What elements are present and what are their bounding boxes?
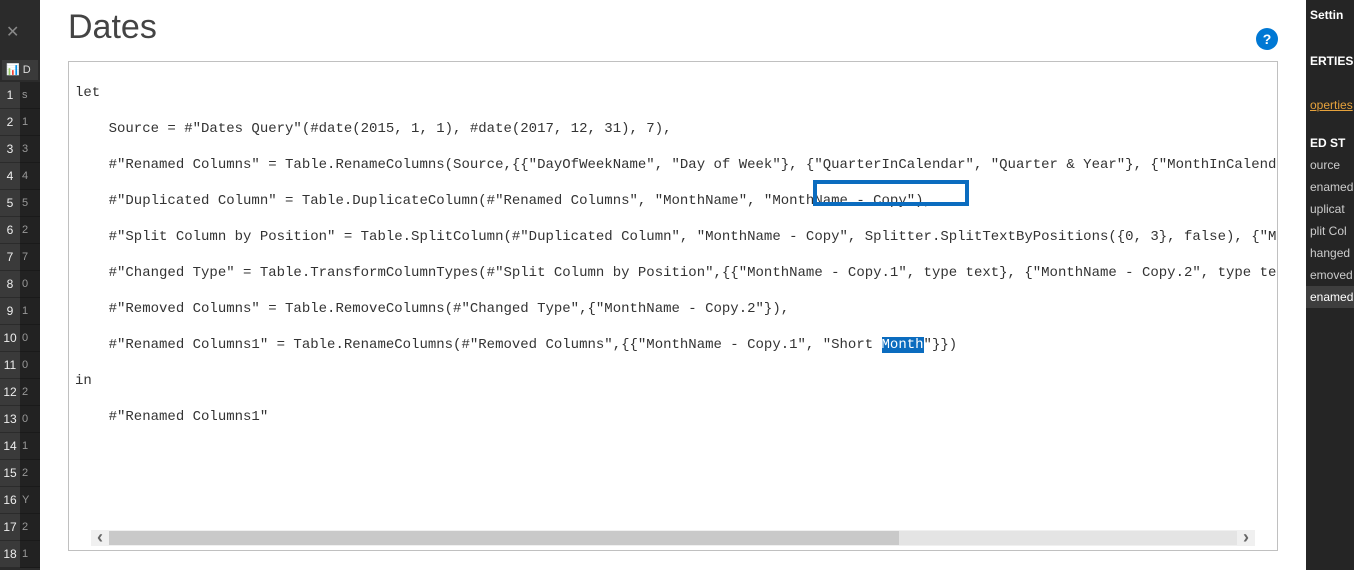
horizontal-scrollbar[interactable]: ‹ ›	[91, 530, 1255, 546]
table-row[interactable]: 130	[0, 406, 40, 433]
code-line: #"Renamed Columns" = Table.RenameColumns…	[75, 156, 1271, 174]
table-row[interactable]: 33	[0, 136, 40, 163]
code-line: let	[75, 84, 1271, 102]
code-line: #"Removed Columns" = Table.RemoveColumns…	[75, 300, 1271, 318]
dialog-title: Dates	[68, 0, 1278, 61]
table-row[interactable]: 16Y	[0, 487, 40, 514]
table-row[interactable]: 122	[0, 379, 40, 406]
applied-step[interactable]: ource	[1306, 154, 1354, 176]
table-row[interactable]: 91	[0, 298, 40, 325]
code-editor[interactable]: let Source = #"Dates Query"(#date(2015, …	[68, 61, 1278, 551]
table-row[interactable]: 100	[0, 325, 40, 352]
text-selection: Month	[882, 337, 924, 353]
code-line: #"Duplicated Column" = Table.DuplicateCo…	[75, 192, 1271, 210]
applied-step[interactable]: uplicat	[1306, 198, 1354, 220]
table-row[interactable]: 62	[0, 217, 40, 244]
code-line: #"Renamed Columns1" = Table.RenameColumn…	[75, 336, 1271, 354]
close-icon[interactable]: ✕	[6, 22, 22, 38]
column-header[interactable]: 📊 D	[2, 60, 38, 80]
table-row[interactable]: 77	[0, 244, 40, 271]
table-row[interactable]: 172	[0, 514, 40, 541]
table-row[interactable]: 152	[0, 460, 40, 487]
properties-heading: ERTIES	[1306, 46, 1354, 72]
table-row[interactable]: 80	[0, 271, 40, 298]
column-header-label: D	[23, 64, 31, 76]
applied-step[interactable]: hanged	[1306, 242, 1354, 264]
table-row[interactable]: 55	[0, 190, 40, 217]
scroll-right-icon[interactable]: ›	[1237, 529, 1255, 547]
applied-step[interactable]: emoved	[1306, 264, 1354, 286]
code-line: #"Renamed Columns1"	[75, 408, 1271, 426]
scroll-track[interactable]	[109, 531, 1237, 545]
applied-step[interactable]: plit Col	[1306, 220, 1354, 242]
row-number-gutter: 1s 21 33 44 55 62 77 80 91 100 110 122 1…	[0, 82, 40, 568]
table-row[interactable]: 110	[0, 352, 40, 379]
code-line: #"Split Column by Position" = Table.Spli…	[75, 228, 1271, 246]
query-settings-panel: Settin ERTIES operties ED ST ource ename…	[1306, 0, 1354, 570]
code-line: Source = #"Dates Query"(#date(2015, 1, 1…	[75, 120, 1271, 138]
scroll-left-icon[interactable]: ‹	[91, 529, 109, 547]
all-properties-link[interactable]: operties	[1306, 96, 1354, 114]
panel-title: Settin	[1306, 0, 1354, 26]
code-content[interactable]: let Source = #"Dates Query"(#date(2015, …	[69, 62, 1277, 466]
applied-step[interactable]: enamed	[1306, 176, 1354, 198]
scroll-thumb[interactable]	[109, 531, 899, 545]
table-row[interactable]: 1s	[0, 82, 40, 109]
left-data-strip: ✕ 📊 D 1s 21 33 44 55 62 77 80 91 100 110…	[0, 0, 40, 570]
help-icon[interactable]: ?	[1256, 28, 1278, 50]
code-line: in	[75, 372, 1271, 390]
table-row[interactable]: 141	[0, 433, 40, 460]
advanced-editor-dialog: Dates ? let Source = #"Dates Query"(#dat…	[40, 0, 1306, 570]
table-row[interactable]: 181	[0, 541, 40, 568]
applied-step-selected[interactable]: enamed	[1306, 286, 1354, 308]
applied-steps-heading: ED ST	[1306, 128, 1354, 154]
table-row[interactable]: 44	[0, 163, 40, 190]
table-row[interactable]: 21	[0, 109, 40, 136]
code-line: #"Changed Type" = Table.TransformColumnT…	[75, 264, 1271, 282]
